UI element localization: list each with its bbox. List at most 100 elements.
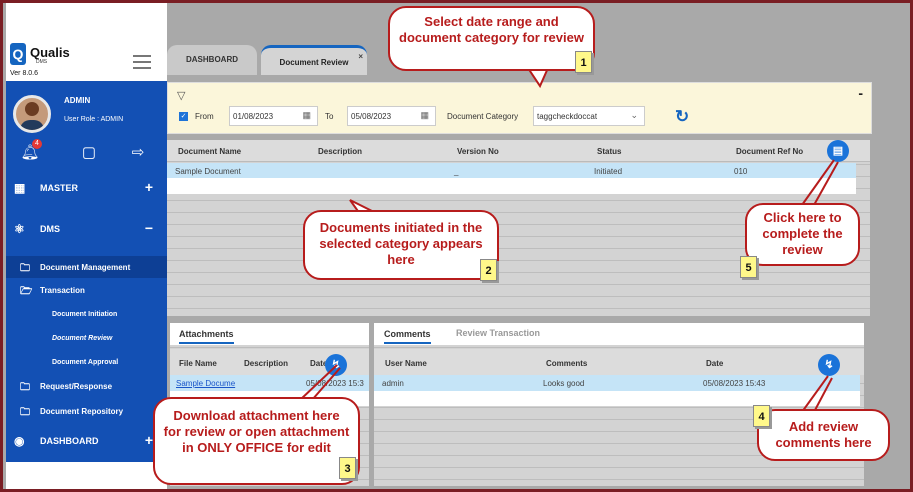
attachment-file-link[interactable]: Sample Docume [176,379,235,388]
hamburger-menu-icon[interactable] [133,55,151,69]
comments-panel: Comments Review Transaction User Name Co… [374,323,864,486]
table-row[interactable]: Sample Document _ Initiated 010 [167,163,856,178]
column-header: Comments [546,359,588,368]
comments-empty-row [374,391,860,406]
column-header: Document Ref No [736,147,804,156]
from-date-input[interactable]: 01/08/2023 ▦ [229,106,318,126]
category-label: Document Category [447,112,519,121]
sidebar-item-dashboard[interactable]: ◉ DASHBOARD + [6,428,167,454]
column-header: Version No [457,147,499,156]
sidebar: Q Qualis DMS Ver 8.0.6 ADMIN User Role :… [6,3,167,489]
tab-review-transaction[interactable]: Review Transaction [456,328,540,338]
plus-icon: + [144,432,153,448]
step-number-4: 4 [753,405,770,427]
user-name: ADMIN [64,96,91,105]
column-header: User Name [385,359,427,368]
category-select[interactable]: taggcheckdoccat ⌄ [533,106,645,126]
step-number-5: 5 [740,256,757,278]
sidebar-item-label: Document Management [40,263,131,272]
sidebar-item-master[interactable]: ▦ MASTER + [6,175,167,201]
comment-user-cell: admin [382,379,404,388]
tab-attachments[interactable]: Attachments [179,329,234,344]
calendar-icon[interactable]: ▦ [420,110,429,121]
column-header: Date [706,359,724,368]
filter-panel: ▽ ✓ From 01/08/2023 ▦ To 05/08/2023 ▦ Do… [167,82,872,134]
callout-add-comments: Add review comments here [757,409,890,461]
from-label: From [195,112,214,121]
sidebar-item-document-approval[interactable]: Document Approval [52,359,118,366]
step-number-2: 2 [480,259,497,281]
document-icon: ▤ [832,145,844,157]
document-name-cell: Sample Document [175,167,241,176]
callout-documents-appear: Documents initiated in the selected cate… [303,210,499,280]
sidebar-nav: ADMIN User Role : ADMIN 🔔︎ 4 ▢ ⇨ ▦ MASTER… [6,81,167,462]
comments-tabs: Comments Review Transaction [374,323,864,345]
attachments-tabs: Attachments [170,323,369,345]
sidebar-item-document-repository[interactable]: 🗀 Document Repository [6,405,167,421]
sidebar-item-document-initiation[interactable]: Document Initiation [52,311,117,318]
folder-open-icon: 🗁 [20,286,33,297]
logout-icon[interactable]: ⇨ [128,143,148,163]
tab-document-review[interactable]: Document Review × [261,45,367,75]
sidebar-item-label: MASTER [40,183,78,193]
comment-date-cell: 05/08/2023 15:43 [703,379,766,388]
collapse-button[interactable]: - [858,85,863,101]
chevron-down-icon: ⌄ [630,110,638,120]
grid-icon: ▦ [14,181,26,195]
lightning-icon: ↯ [331,359,341,371]
table-row[interactable]: Sample Docume 05/08/2023 15:3 [170,375,369,391]
sidebar-item-document-review[interactable]: Document Review [52,335,112,342]
avatar [13,95,51,133]
qualis-logo-icon: Q [10,43,26,65]
tab-comments[interactable]: Comments [384,329,431,344]
sidebar-item-label: Transaction [40,286,85,295]
app-version: Ver 8.0.6 [10,70,39,77]
sidebar-item-label: Document Repository [40,407,124,416]
plus-icon: + [144,179,153,195]
minus-icon: − [144,220,153,236]
sidebar-item-dms[interactable]: ⚛ DMS − [6,216,167,242]
grid-empty-row [167,178,856,194]
dashboard-icon: ◉ [14,434,25,448]
bell-icon[interactable]: 🔔︎ 4 [20,139,42,163]
ref-no-cell: 010 [734,167,748,176]
callout-download-attachment: Download attachment here for review or o… [153,397,360,485]
attachment-action-button[interactable]: ↯ [325,354,347,376]
close-icon[interactable]: × [358,42,363,72]
version-cell: _ [454,167,459,176]
sidebar-item-label: DMS [40,224,60,234]
from-date-value: 01/08/2023 [233,112,274,121]
lightning-icon: ↯ [824,359,834,371]
user-role: User Role : ADMIN [64,116,124,123]
sidebar-item-transaction[interactable]: 🗁 Transaction [6,284,167,300]
lock-icon[interactable]: ▢ [79,143,99,163]
table-row[interactable]: admin Looks good 05/08/2023 15:43 [374,375,860,391]
tab-dashboard[interactable]: DASHBOARD [167,45,257,75]
sidebar-item-document-management[interactable]: 🗀 Document Management [6,256,167,278]
notification-badge: 4 [32,139,42,149]
to-date-input[interactable]: 05/08/2023 ▦ [347,106,436,126]
folder-icon: 🗀 [20,382,30,393]
add-comment-button[interactable]: ↯ [818,354,840,376]
column-header: Document Name [178,147,242,156]
calendar-icon[interactable]: ▦ [302,110,311,121]
award-icon: ⚛ [14,222,25,236]
column-header: Description [244,359,289,368]
from-checkbox[interactable]: ✓ [179,112,188,121]
column-header: File Name [179,359,217,368]
step-number-1: 1 [575,51,592,73]
sidebar-item-label: Request/Response [40,382,113,391]
refresh-icon[interactable]: ↻ [675,107,689,127]
folder-icon: 🗀 [20,263,30,274]
folder-icon: 🗀 [20,407,30,418]
to-label: To [325,112,334,121]
column-header: Status [597,147,622,156]
to-date-value: 05/08/2023 [351,112,392,121]
grid-header: Document Name Description Version No Sta… [167,140,870,162]
complete-review-button[interactable]: ▤ [827,140,849,162]
app-subtitle: DMS [36,59,48,65]
status-cell: Initiated [594,167,623,176]
callout-complete-review: Click here to complete the review [745,203,860,266]
comments-header: User Name Comments Date [374,349,864,375]
sidebar-item-request-response[interactable]: 🗀 Request/Response [6,380,167,396]
